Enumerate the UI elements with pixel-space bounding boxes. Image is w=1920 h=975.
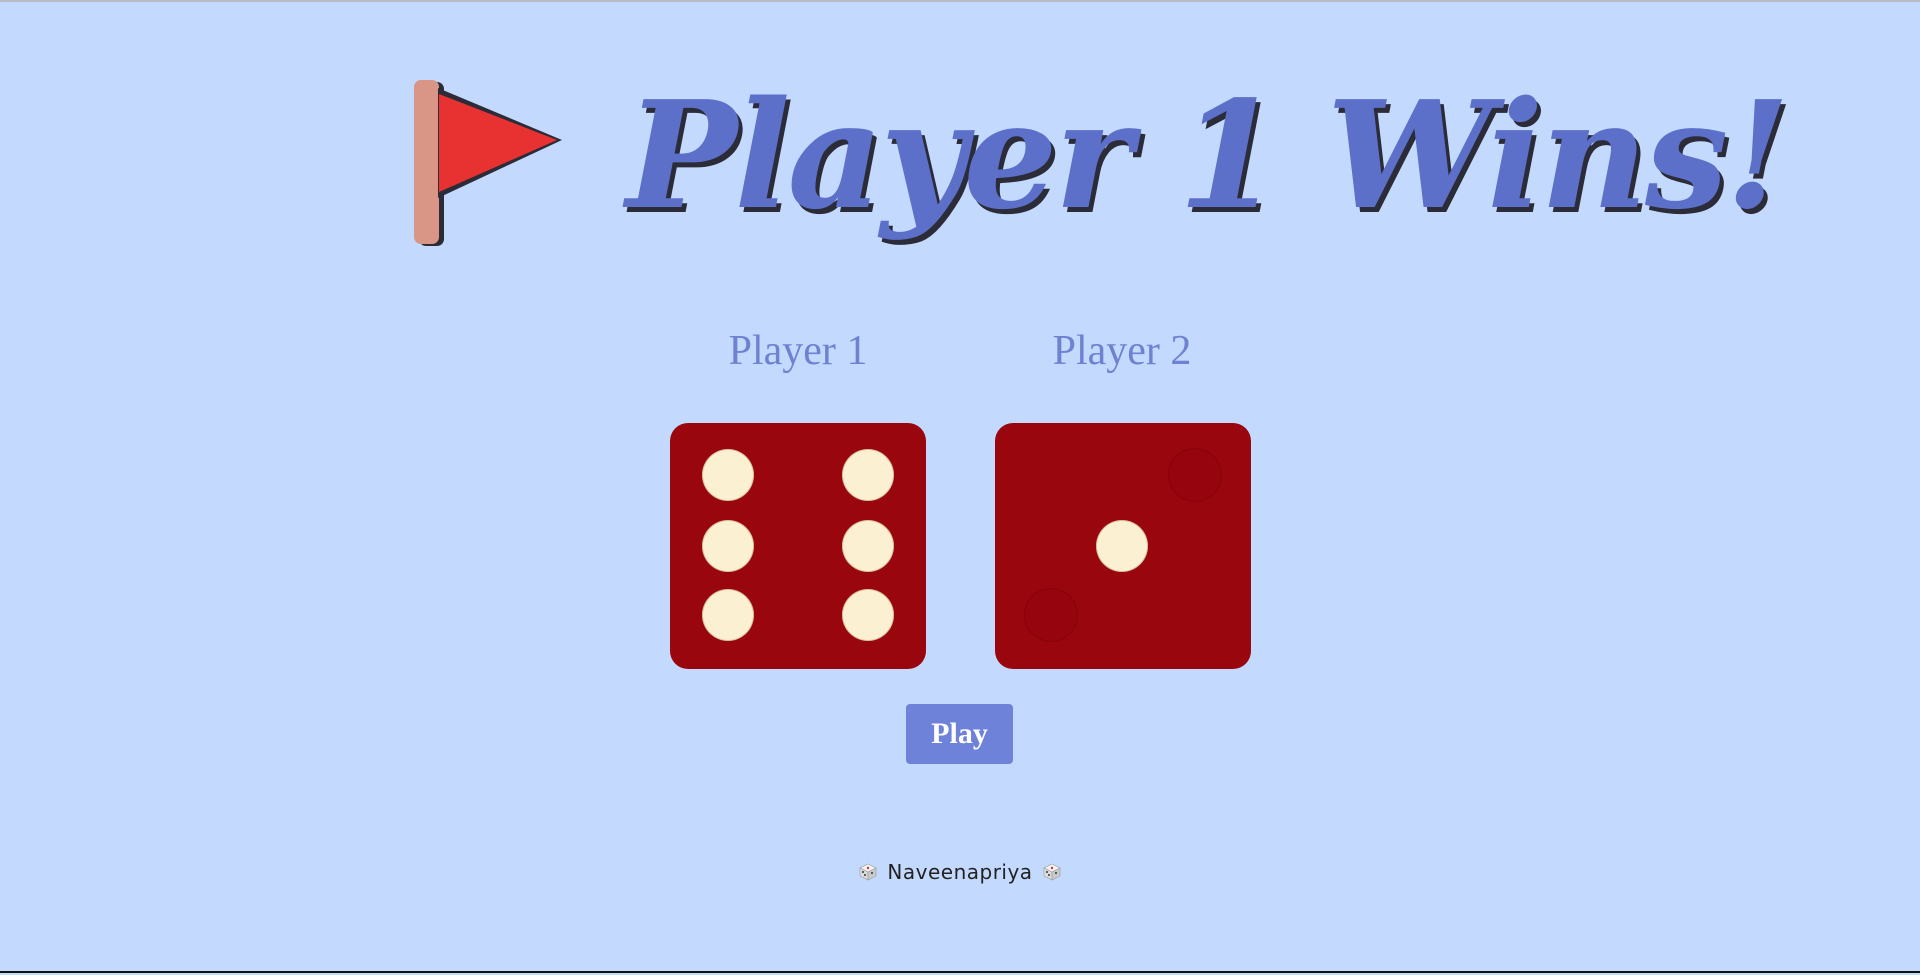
die-pip [842, 520, 894, 572]
dice-icon [859, 863, 878, 881]
die-pip-hidden [1025, 589, 1077, 641]
result-headline: Player 1 Wins! [410, 70, 1790, 270]
die-pip [702, 589, 754, 641]
die-pip [1096, 520, 1148, 572]
player-2-label: Player 2 [1052, 328, 1192, 374]
die-pip [842, 449, 894, 501]
player-1-die [670, 423, 926, 669]
game-screen: Player 1 Wins! Player 1 Player 2 Play Na… [0, 2, 1920, 975]
play-button[interactable]: Play [906, 704, 1013, 764]
result-title: Player 1 Wins! [626, 68, 1790, 242]
author-name: Naveenapriya [887, 860, 1033, 884]
die-pip [702, 520, 754, 572]
die-pip [702, 449, 754, 501]
die-pip-hidden [1169, 449, 1221, 501]
red-flag-icon [414, 80, 562, 246]
player-2-die [995, 423, 1251, 669]
footer-credit: Naveenapriya [0, 860, 1920, 884]
die-pip [842, 589, 894, 641]
player-1-label: Player 1 [728, 328, 868, 374]
dice-icon [1042, 863, 1061, 881]
